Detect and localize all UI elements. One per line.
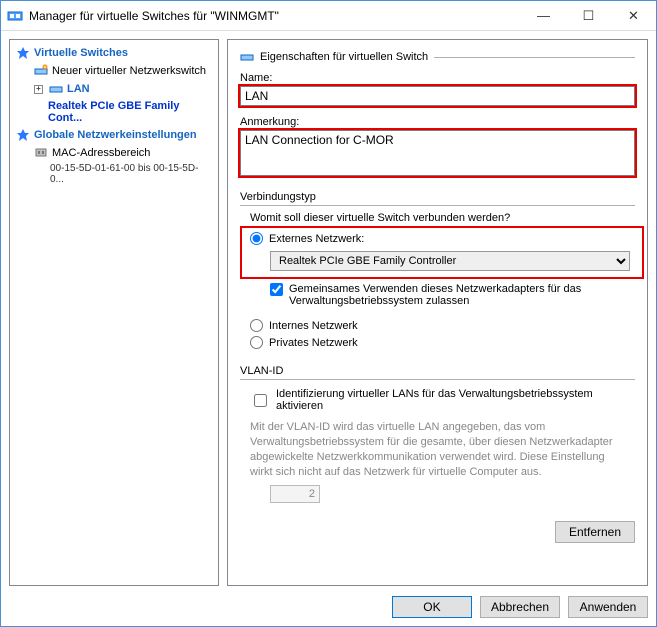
tree-item-new-switch[interactable]: Neuer virtueller Netzwerkswitch xyxy=(12,62,216,80)
ok-button[interactable]: OK xyxy=(392,596,472,618)
star-icon xyxy=(16,46,30,60)
radio-private-label: Privates Netzwerk xyxy=(269,337,358,349)
note-textarea[interactable]: LAN Connection for C-MOR xyxy=(240,130,635,176)
tree-label: Neuer virtueller Netzwerkswitch xyxy=(52,65,206,77)
radio-external[interactable] xyxy=(250,232,263,245)
nic-select[interactable]: Realtek PCIe GBE Family Controller xyxy=(270,251,630,271)
switch-new-icon xyxy=(34,64,48,78)
tree-item-mac-range[interactable]: MAC-Adressbereich xyxy=(12,144,216,162)
tree-item-lan[interactable]: + LAN xyxy=(12,80,216,98)
connection-type-title: Verbindungstyp xyxy=(240,191,635,203)
tree-item-lan-nic[interactable]: Realtek PCIe GBE Family Cont... xyxy=(12,98,216,126)
dialog-footer: OK Abbrechen Anwenden xyxy=(9,594,648,618)
connection-type-prompt: Womit soll dieser virtuelle Switch verbu… xyxy=(240,212,635,224)
star-icon xyxy=(16,128,30,142)
tree-header-switches: Virtuelle Switches xyxy=(12,44,216,62)
divider xyxy=(240,379,635,380)
divider xyxy=(434,57,635,58)
nic-icon xyxy=(34,146,48,160)
switch-icon xyxy=(240,50,254,64)
panel-header: Eigenschaften für virtuellen Switch xyxy=(260,51,428,63)
remove-button[interactable]: Entfernen xyxy=(555,521,635,543)
vlan-title: VLAN-ID xyxy=(240,365,635,377)
window-title: Manager für virtuelle Switches für "WINM… xyxy=(29,9,521,23)
tree-label: LAN xyxy=(67,83,90,95)
tree-label: Realtek PCIe GBE Family Cont... xyxy=(48,100,212,124)
radio-external-label: Externes Netzwerk: xyxy=(269,233,364,245)
name-label: Name: xyxy=(240,72,635,84)
app-icon xyxy=(7,8,23,24)
minimize-button[interactable]: — xyxy=(521,1,566,30)
apply-button[interactable]: Anwenden xyxy=(568,596,648,618)
window-controls: — ☐ ✕ xyxy=(521,1,656,30)
tree-pane: Virtuelle Switches Neuer virtueller Netz… xyxy=(9,39,219,586)
name-input[interactable] xyxy=(240,86,635,106)
vlan-enable-label: Identifizierung virtueller LANs für das … xyxy=(276,388,635,412)
external-network-highlight: Externes Netzwerk: Realtek PCIe GBE Fami… xyxy=(240,226,644,279)
tree-header-global: Globale Netzwerkeinstellungen xyxy=(12,126,216,144)
vlan-description: Mit der VLAN-ID wird das virtuelle LAN a… xyxy=(240,414,630,485)
share-adapter-checkbox[interactable] xyxy=(270,283,283,296)
cancel-button[interactable]: Abbrechen xyxy=(480,596,560,618)
radio-private[interactable] xyxy=(250,336,263,349)
vlan-id-input xyxy=(270,485,320,503)
virtual-switch-manager-window: Manager für virtuelle Switches für "WINM… xyxy=(0,0,657,627)
expand-toggle-icon[interactable]: + xyxy=(34,85,43,94)
divider xyxy=(240,205,635,206)
maximize-button[interactable]: ☐ xyxy=(566,1,611,30)
vlan-enable-checkbox[interactable] xyxy=(254,394,267,407)
titlebar: Manager für virtuelle Switches für "WINM… xyxy=(1,1,656,31)
content-pane: Eigenschaften für virtuellen Switch Name… xyxy=(227,39,648,586)
tree-mac-range-value: 00-15-5D-01-61-00 bis 00-15-5D-0... xyxy=(12,162,216,186)
share-adapter-label: Gemeinsames Verwenden dieses Netzwerkada… xyxy=(289,283,600,307)
radio-internal-label: Internes Netzwerk xyxy=(269,320,358,332)
note-label: Anmerkung: xyxy=(240,116,635,128)
radio-internal[interactable] xyxy=(250,319,263,332)
close-button[interactable]: ✕ xyxy=(611,1,656,30)
switch-icon xyxy=(49,82,63,96)
tree-label: MAC-Adressbereich xyxy=(52,147,150,159)
